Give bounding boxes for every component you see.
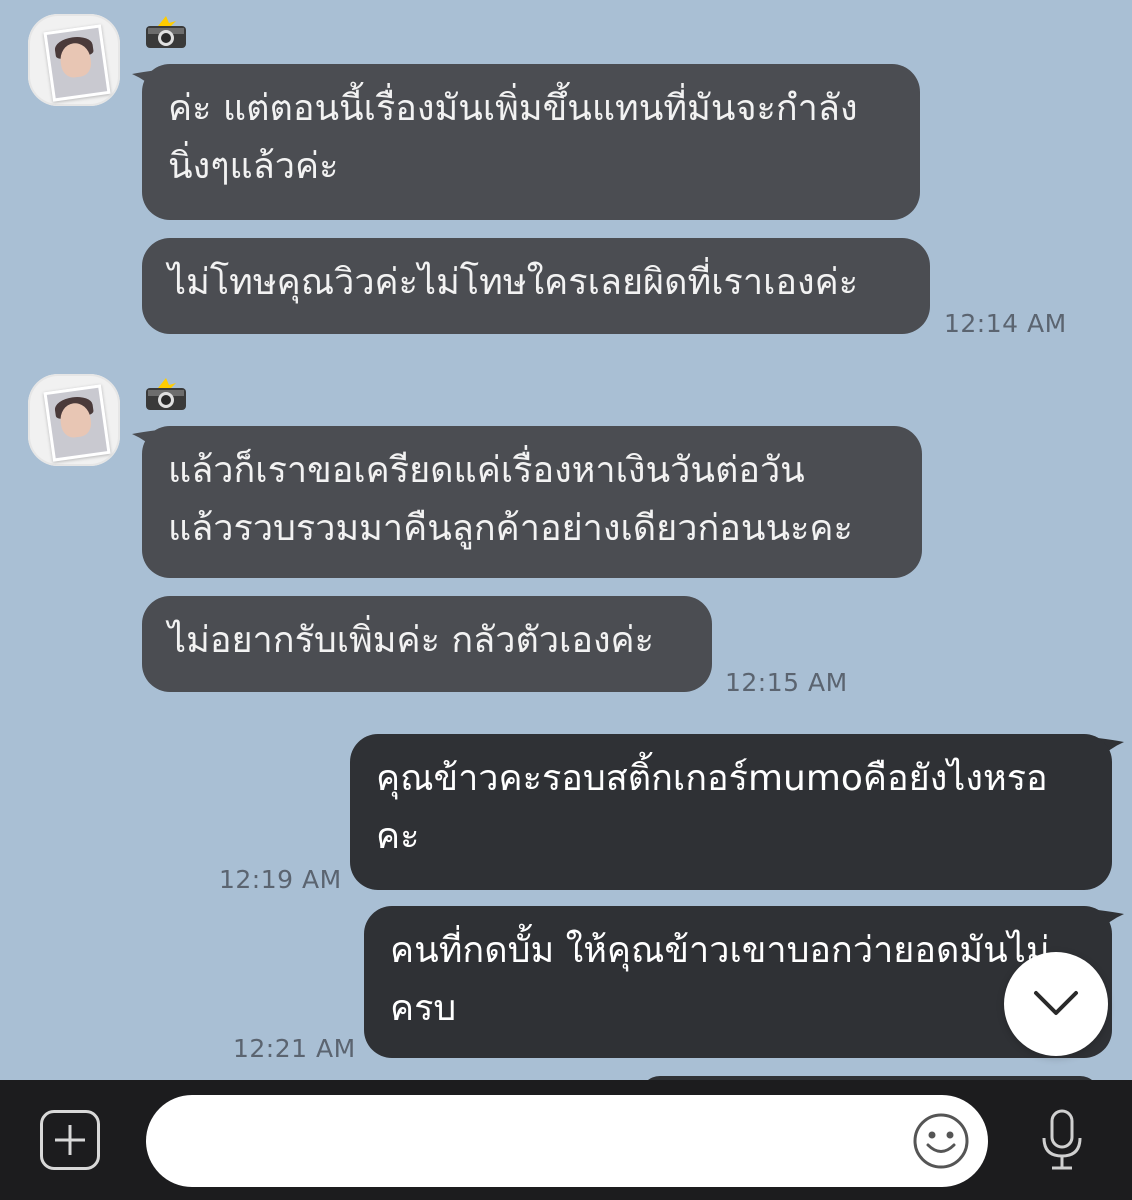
- message-bubble-outgoing[interactable]: คนที่กดบั้ม ให้คุณข้าวเขาบอกว่ายอดมันไม่…: [364, 906, 1112, 1058]
- message-bubble-incoming[interactable]: ไม่โทษคุณวิวค่ะไม่โทษใครเลยผิดที่เราเองค…: [142, 238, 930, 334]
- add-attachment-button[interactable]: [40, 1110, 100, 1170]
- message-timestamp: 12:21 AM: [233, 1034, 356, 1063]
- message-timestamp: 12:15 AM: [725, 668, 848, 697]
- message-input[interactable]: [146, 1095, 988, 1187]
- message-timestamp: 12:19 AM: [219, 865, 342, 894]
- microphone-icon: [1042, 1109, 1082, 1170]
- message-bubble-incoming[interactable]: ไม่อยากรับเพิ่มค่ะ กลัวตัวเองค่ะ: [142, 596, 712, 692]
- message-bubble-incoming[interactable]: ค่ะ แต่ตอนนี้เรื่องมันเพิ่มขึ้นแทนที่มัน…: [142, 64, 920, 220]
- emoji-button[interactable]: [912, 1112, 970, 1170]
- avatar-photo: [43, 24, 111, 102]
- message-bubble-incoming[interactable]: แล้วก็เราขอเครียดแค่เรื่องหาเงินวันต่อวั…: [142, 426, 922, 578]
- message-bubble-outgoing[interactable]: คุณข้าวคะรอบสติ้กเกอร์mumoคือยังไงหรอ คะ: [350, 734, 1112, 890]
- camera-flash-icon: [146, 378, 186, 410]
- chevron-down-icon: [1034, 991, 1078, 1015]
- message-timestamp: 12:14 AM: [944, 309, 1067, 338]
- chat-area[interactable]: ค่ะ แต่ตอนนี้เรื่องมันเพิ่มขึ้นแทนที่มัน…: [0, 0, 1132, 1080]
- avatar-photo: [43, 384, 111, 462]
- sender-avatar[interactable]: [28, 374, 120, 466]
- voice-message-button[interactable]: [1038, 1108, 1086, 1172]
- camera-flash-icon: [146, 16, 186, 48]
- smiley-icon: [913, 1113, 969, 1169]
- scroll-to-bottom-button[interactable]: [1004, 952, 1108, 1056]
- sender-avatar[interactable]: [28, 14, 120, 106]
- plus-icon: [55, 1125, 85, 1155]
